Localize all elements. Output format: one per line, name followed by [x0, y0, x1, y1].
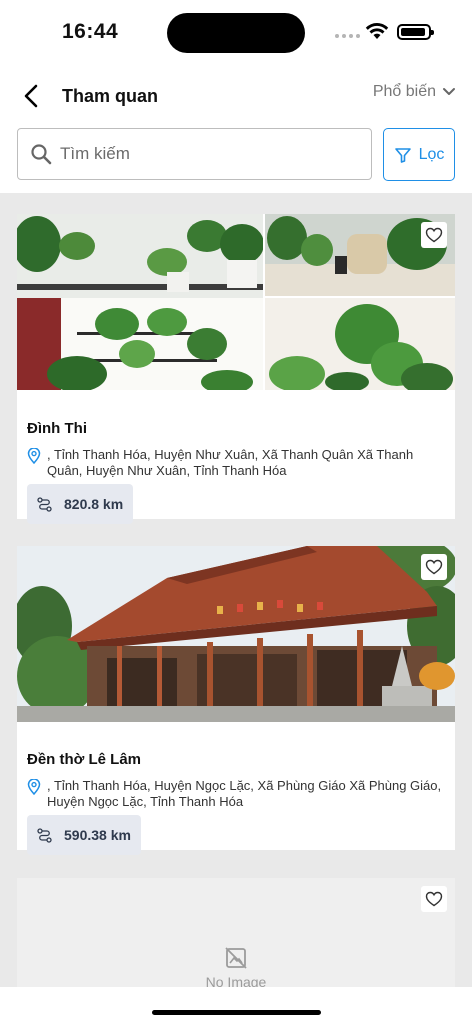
no-image-icon	[225, 947, 247, 969]
status-time: 16:44	[62, 20, 119, 43]
place-photo	[17, 214, 455, 390]
dynamic-island	[167, 13, 305, 53]
route-icon	[37, 496, 52, 512]
app-header: Tham quan Phổ biến	[0, 66, 472, 122]
back-arrow-icon[interactable]	[18, 82, 46, 110]
heart-icon	[425, 891, 443, 907]
sort-label: Phổ biến	[372, 83, 436, 100]
place-address-text: , Tỉnh Thanh Hóa, Huyện Ngọc Lặc, Xã Phù…	[47, 778, 442, 809]
place-address-text: , Tỉnh Thanh Hóa, Huyện Như Xuân, Xã Tha…	[47, 447, 414, 478]
place-address: , Tỉnh Thanh Hóa, Huyện Như Xuân, Xã Tha…	[27, 447, 447, 479]
wifi-icon	[365, 23, 389, 39]
distance-value: 590.38 km	[64, 827, 131, 843]
distance-value: 820.8 km	[64, 496, 124, 512]
heart-icon	[425, 227, 443, 243]
home-indicator[interactable]	[152, 1010, 321, 1015]
place-card[interactable]: No Image	[17, 878, 455, 987]
places-list[interactable]: Đình Thi , Tỉnh Thanh Hóa, Huyện Như Xuâ…	[0, 193, 472, 987]
favorite-button[interactable]	[421, 222, 447, 248]
place-photo	[17, 546, 455, 722]
search-icon	[31, 144, 52, 165]
filter-button[interactable]: Lọc	[383, 128, 455, 181]
page-title: Tham quan	[62, 86, 159, 106]
distance-badge: 820.8 km	[27, 484, 134, 524]
chevron-down-icon	[443, 88, 455, 95]
place-card[interactable]: Đền thờ Lê Lâm , Tỉnh Thanh Hóa, Huyện N…	[17, 546, 455, 855]
search-input[interactable]	[60, 144, 340, 164]
status-bar: 16:44	[0, 0, 472, 66]
filter-icon	[394, 147, 411, 163]
no-image-placeholder: No Image	[17, 878, 455, 987]
place-card[interactable]: Đình Thi , Tỉnh Thanh Hóa, Huyện Như Xuâ…	[17, 214, 455, 524]
no-image-label: No Image	[205, 974, 267, 987]
place-address: , Tỉnh Thanh Hóa, Huyện Ngọc Lặc, Xã Phù…	[27, 778, 447, 810]
signal-icon	[335, 34, 360, 38]
place-name: Đền thờ Lê Lâm	[27, 751, 142, 768]
place-name: Đình Thi	[27, 420, 87, 437]
search-box[interactable]	[17, 128, 372, 180]
location-pin-icon	[27, 448, 41, 464]
route-icon	[37, 827, 52, 843]
distance-badge: 590.38 km	[27, 815, 141, 855]
favorite-button[interactable]	[421, 886, 447, 912]
filter-label: Lọc	[418, 145, 445, 163]
sort-dropdown[interactable]: Phổ biến	[373, 83, 456, 101]
favorite-button[interactable]	[421, 554, 447, 580]
battery-icon	[397, 24, 434, 40]
location-pin-icon	[27, 779, 41, 795]
heart-icon	[425, 559, 443, 575]
home-indicator-area	[0, 987, 472, 1024]
